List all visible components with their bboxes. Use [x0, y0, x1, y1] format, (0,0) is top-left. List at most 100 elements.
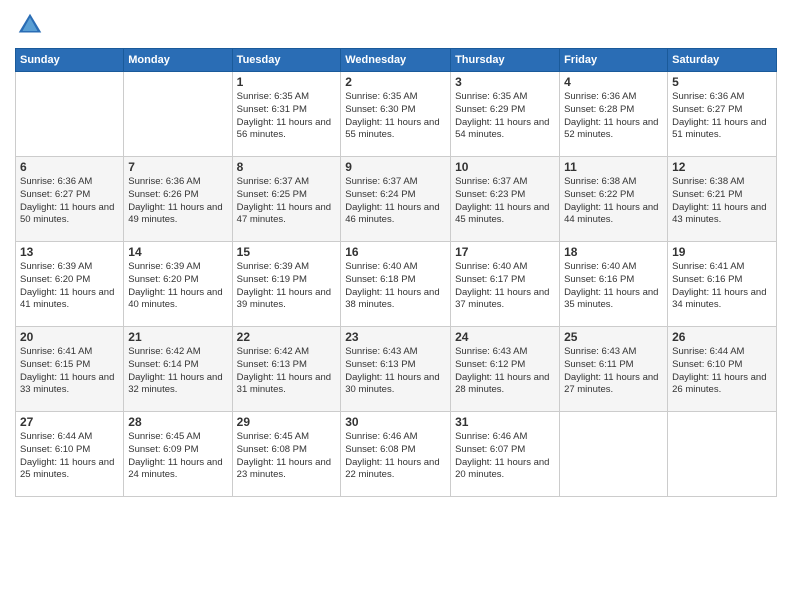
- day-info: Sunrise: 6:45 AM Sunset: 6:09 PM Dayligh…: [128, 431, 227, 482]
- day-info: Sunrise: 6:44 AM Sunset: 6:10 PM Dayligh…: [20, 431, 119, 482]
- day-info: Sunrise: 6:43 AM Sunset: 6:13 PM Dayligh…: [345, 346, 446, 397]
- week-row-4: 27 Sunrise: 6:44 AM Sunset: 6:10 PM Dayli…: [16, 412, 777, 497]
- day-number: 3: [455, 75, 555, 89]
- day-info: Sunrise: 6:40 AM Sunset: 6:17 PM Dayligh…: [455, 261, 555, 312]
- day-cell: 15Sunrise: 6:39 AM Sunset: 6:19 PM Dayli…: [232, 242, 341, 327]
- day-cell: 1 Sunrise: 6:35 AM Sunset: 6:31 PM Daylig…: [232, 72, 341, 157]
- day-cell: 18 Sunrise: 6:40 AM Sunset: 6:16 PM Dayli…: [560, 242, 668, 327]
- day-cell: 20 Sunrise: 6:41 AM Sunset: 6:15 PM Dayli…: [16, 327, 124, 412]
- day-number: 15: [237, 245, 337, 259]
- header: [15, 10, 777, 40]
- day-number: 16: [345, 245, 446, 259]
- day-number: 1: [237, 75, 337, 89]
- day-cell: 19 Sunrise: 6:41 AM Sunset: 6:16 PM Dayli…: [668, 242, 777, 327]
- day-cell: 5Sunrise: 6:36 AM Sunset: 6:27 PM Daylig…: [668, 72, 777, 157]
- header-cell-monday: Monday: [124, 49, 232, 72]
- day-info: Sunrise: 6:44 AM Sunset: 6:10 PM Dayligh…: [672, 346, 772, 397]
- day-number: 19: [672, 245, 772, 259]
- day-info: Sunrise: 6:39 AM Sunset: 6:20 PM Dayligh…: [20, 261, 119, 312]
- day-info: Sunrise: 6:46 AM Sunset: 6:08 PM Dayligh…: [345, 431, 446, 482]
- day-info: Sunrise: 6:36 AM Sunset: 6:26 PM Dayligh…: [128, 176, 227, 227]
- day-number: 20: [20, 330, 119, 344]
- header-cell-saturday: Saturday: [668, 49, 777, 72]
- day-cell: 4 Sunrise: 6:36 AM Sunset: 6:28 PM Daylig…: [560, 72, 668, 157]
- day-info: Sunrise: 6:40 AM Sunset: 6:16 PM Dayligh…: [564, 261, 663, 312]
- day-number: 24: [455, 330, 555, 344]
- day-number: 10: [455, 160, 555, 174]
- day-number: 23: [345, 330, 446, 344]
- day-info: Sunrise: 6:35 AM Sunset: 6:30 PM Dayligh…: [345, 91, 446, 142]
- day-cell: 14 Sunrise: 6:39 AM Sunset: 6:20 PM Dayli…: [124, 242, 232, 327]
- day-cell: 24 Sunrise: 6:43 AM Sunset: 6:12 PM Dayli…: [451, 327, 560, 412]
- day-cell: 17 Sunrise: 6:40 AM Sunset: 6:17 PM Dayli…: [451, 242, 560, 327]
- day-info: Sunrise: 6:35 AM Sunset: 6:29 PM Dayligh…: [455, 91, 555, 142]
- day-number: 17: [455, 245, 555, 259]
- day-cell: 27 Sunrise: 6:44 AM Sunset: 6:10 PM Dayli…: [16, 412, 124, 497]
- calendar-table: SundayMondayTuesdayWednesdayThursdayFrid…: [15, 48, 777, 497]
- day-number: 4: [564, 75, 663, 89]
- day-info: Sunrise: 6:42 AM Sunset: 6:14 PM Dayligh…: [128, 346, 227, 397]
- day-number: 29: [237, 415, 337, 429]
- day-cell: 23 Sunrise: 6:43 AM Sunset: 6:13 PM Dayli…: [341, 327, 451, 412]
- day-info: Sunrise: 6:42 AM Sunset: 6:13 PM Dayligh…: [237, 346, 337, 397]
- day-info: Sunrise: 6:36 AM Sunset: 6:27 PM Dayligh…: [20, 176, 119, 227]
- day-cell: 6Sunrise: 6:36 AM Sunset: 6:27 PM Daylig…: [16, 157, 124, 242]
- day-cell: 16Sunrise: 6:40 AM Sunset: 6:18 PM Dayli…: [341, 242, 451, 327]
- day-number: 30: [345, 415, 446, 429]
- calendar-header: SundayMondayTuesdayWednesdayThursdayFrid…: [16, 49, 777, 72]
- day-cell: 2 Sunrise: 6:35 AM Sunset: 6:30 PM Daylig…: [341, 72, 451, 157]
- day-info: Sunrise: 6:41 AM Sunset: 6:16 PM Dayligh…: [672, 261, 772, 312]
- day-number: 26: [672, 330, 772, 344]
- day-cell: 3 Sunrise: 6:35 AM Sunset: 6:29 PM Daylig…: [451, 72, 560, 157]
- day-number: 28: [128, 415, 227, 429]
- day-cell: 9 Sunrise: 6:37 AM Sunset: 6:24 PM Daylig…: [341, 157, 451, 242]
- day-info: Sunrise: 6:37 AM Sunset: 6:24 PM Dayligh…: [345, 176, 446, 227]
- day-cell: 25 Sunrise: 6:43 AM Sunset: 6:11 PM Dayli…: [560, 327, 668, 412]
- day-info: Sunrise: 6:43 AM Sunset: 6:12 PM Dayligh…: [455, 346, 555, 397]
- day-info: Sunrise: 6:36 AM Sunset: 6:28 PM Dayligh…: [564, 91, 663, 142]
- header-cell-wednesday: Wednesday: [341, 49, 451, 72]
- day-info: Sunrise: 6:45 AM Sunset: 6:08 PM Dayligh…: [237, 431, 337, 482]
- day-info: Sunrise: 6:41 AM Sunset: 6:15 PM Dayligh…: [20, 346, 119, 397]
- day-cell: [124, 72, 232, 157]
- day-cell: 30 Sunrise: 6:46 AM Sunset: 6:08 PM Dayli…: [341, 412, 451, 497]
- day-cell: 11 Sunrise: 6:38 AM Sunset: 6:22 PM Dayli…: [560, 157, 668, 242]
- week-row-3: 20 Sunrise: 6:41 AM Sunset: 6:15 PM Dayli…: [16, 327, 777, 412]
- day-info: Sunrise: 6:43 AM Sunset: 6:11 PM Dayligh…: [564, 346, 663, 397]
- logo-icon: [15, 10, 45, 40]
- day-number: 25: [564, 330, 663, 344]
- day-number: 2: [345, 75, 446, 89]
- header-cell-thursday: Thursday: [451, 49, 560, 72]
- day-number: 13: [20, 245, 119, 259]
- day-info: Sunrise: 6:35 AM Sunset: 6:31 PM Dayligh…: [237, 91, 337, 142]
- day-cell: 22 Sunrise: 6:42 AM Sunset: 6:13 PM Dayli…: [232, 327, 341, 412]
- header-cell-tuesday: Tuesday: [232, 49, 341, 72]
- day-info: Sunrise: 6:39 AM Sunset: 6:20 PM Dayligh…: [128, 261, 227, 312]
- week-row-2: 13 Sunrise: 6:39 AM Sunset: 6:20 PM Dayli…: [16, 242, 777, 327]
- week-row-0: 1 Sunrise: 6:35 AM Sunset: 6:31 PM Daylig…: [16, 72, 777, 157]
- day-cell: 21 Sunrise: 6:42 AM Sunset: 6:14 PM Dayli…: [124, 327, 232, 412]
- day-number: 14: [128, 245, 227, 259]
- day-number: 18: [564, 245, 663, 259]
- header-row: SundayMondayTuesdayWednesdayThursdayFrid…: [16, 49, 777, 72]
- week-row-1: 6Sunrise: 6:36 AM Sunset: 6:27 PM Daylig…: [16, 157, 777, 242]
- day-cell: [16, 72, 124, 157]
- day-number: 27: [20, 415, 119, 429]
- day-cell: 8Sunrise: 6:37 AM Sunset: 6:25 PM Daylig…: [232, 157, 341, 242]
- day-number: 9: [345, 160, 446, 174]
- day-info: Sunrise: 6:38 AM Sunset: 6:22 PM Dayligh…: [564, 176, 663, 227]
- day-number: 12: [672, 160, 772, 174]
- calendar-body: 1 Sunrise: 6:35 AM Sunset: 6:31 PM Daylig…: [16, 72, 777, 497]
- day-number: 7: [128, 160, 227, 174]
- day-number: 31: [455, 415, 555, 429]
- day-number: 11: [564, 160, 663, 174]
- logo: [15, 10, 49, 40]
- day-cell: 29 Sunrise: 6:45 AM Sunset: 6:08 PM Dayli…: [232, 412, 341, 497]
- day-info: Sunrise: 6:37 AM Sunset: 6:23 PM Dayligh…: [455, 176, 555, 227]
- day-number: 21: [128, 330, 227, 344]
- day-info: Sunrise: 6:46 AM Sunset: 6:07 PM Dayligh…: [455, 431, 555, 482]
- day-cell: [560, 412, 668, 497]
- day-number: 22: [237, 330, 337, 344]
- day-cell: 26 Sunrise: 6:44 AM Sunset: 6:10 PM Dayli…: [668, 327, 777, 412]
- day-cell: 31 Sunrise: 6:46 AM Sunset: 6:07 PM Dayli…: [451, 412, 560, 497]
